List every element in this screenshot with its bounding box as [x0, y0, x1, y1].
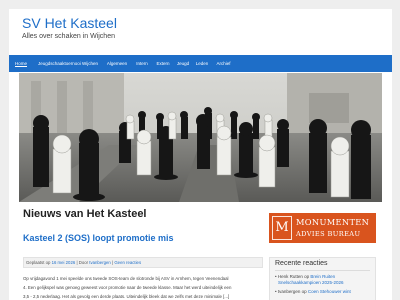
recent-comments-widget: Recente reacties • Henk Rutten op Brein … — [269, 257, 376, 300]
page-heading: Nieuws van Het Kasteel — [23, 208, 147, 220]
sponsor-ad-banner[interactable]: M MONUMENTEN ADVIES BUREAU — [269, 213, 376, 243]
page-container: SV Het Kasteel Alles over schaken in Wij… — [9, 9, 392, 300]
nav-item-jeugdschaaktoernooi[interactable]: Jeugdschaaktoernooi Wijchen — [35, 55, 101, 72]
nav-item-algemeen[interactable]: Algemeen — [104, 55, 130, 72]
nav-item-intern[interactable]: Intern — [133, 55, 151, 72]
comment-bullet: • — [275, 289, 277, 294]
comment-on-label: op — [304, 274, 310, 279]
sponsor-subtitle: ADVIES BUREAU — [296, 230, 361, 238]
comment-bullet: • — [275, 274, 277, 279]
nav-item-home[interactable]: Home — [11, 55, 31, 72]
post-author-link[interactable]: tvanbergen — [89, 260, 111, 265]
widget-divider — [275, 270, 370, 271]
excerpt-line: 3,5 - 2,5 nederlaag. Het als gevolg een … — [23, 294, 230, 299]
excerpt-line: Op vrijdagavond 1 mei speelde ons tweede… — [23, 276, 229, 281]
site-title[interactable]: SV Het Kasteel — [22, 15, 117, 31]
comment-post-link-continued[interactable]: Snelschaakkampioen 2025-2026 — [275, 280, 344, 285]
post-meta: Geplaatst op 16 mei 2026 | Door tvanberg… — [23, 257, 263, 268]
comment-on-label: op — [301, 289, 307, 294]
comment-post-link[interactable]: Brein Ruiten — [310, 274, 335, 279]
header-banner-image — [19, 73, 382, 202]
comment-author: Henk Rutten — [277, 274, 303, 279]
post-comments-link[interactable]: Geen reacties — [114, 260, 141, 265]
nav-item-extern[interactable]: Extern — [154, 55, 172, 72]
meta-separator: | — [76, 260, 78, 265]
posted-on-label: Geplaatst op — [26, 260, 51, 265]
sponsor-name: MONUMENTEN — [296, 217, 370, 227]
excerpt-line: 4. Een gelijkspel was genoeg geweest voo… — [23, 285, 232, 290]
meta-separator: | — [112, 260, 114, 265]
nav-item-jeugd[interactable]: Jeugd — [175, 55, 191, 72]
by-label: Door — [78, 260, 89, 265]
widget-title: Recente reacties — [275, 260, 328, 267]
post-date-link[interactable]: 16 mei 2026 — [52, 260, 76, 265]
main-navigation: Home Jeugdschaaktoernooi Wijchen Algemee… — [9, 55, 392, 72]
post-title-link[interactable]: Kasteel 2 (SOS) loopt promotie mis — [23, 233, 174, 243]
post-excerpt: Op vrijdagavond 1 mei speelde ons tweede… — [23, 274, 263, 300]
recent-comment-item: • Henk Rutten op Brein Ruiten Snelschaak… — [275, 274, 344, 285]
sponsor-logo-icon: M — [272, 216, 292, 240]
recent-comment-item: • tvanbergen op Coen Stehouwer wint — [275, 289, 351, 295]
comment-post-link[interactable]: Coen Stehouwer wint — [308, 289, 351, 294]
nav-item-leden[interactable]: Leden — [194, 55, 210, 72]
site-description: Alles over schaken in Wijchen — [22, 33, 115, 40]
nav-item-archief[interactable]: Archief — [213, 55, 234, 72]
comment-author: tvanbergen — [277, 289, 301, 294]
